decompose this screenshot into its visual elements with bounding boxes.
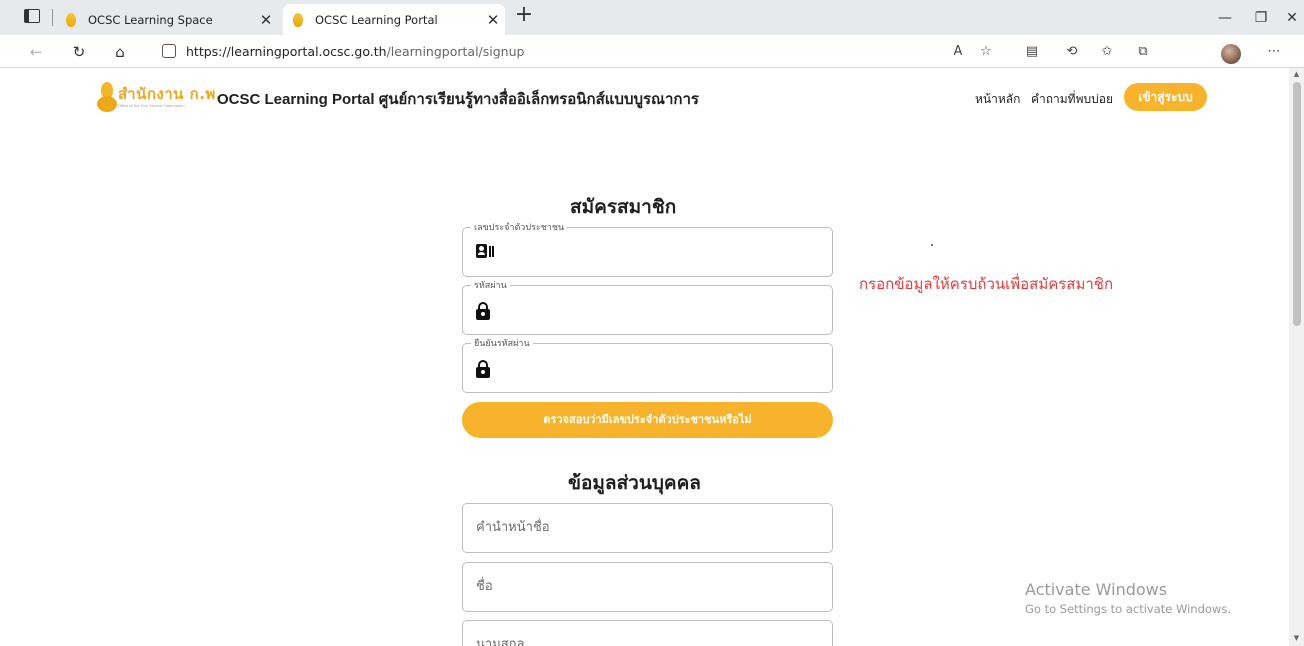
scroll-thumb[interactable]	[1293, 82, 1301, 326]
minimize-icon[interactable]: —	[1208, 6, 1242, 30]
extensions-icon[interactable]: ⟲	[1060, 40, 1084, 64]
first-name-input[interactable]: ชื่อ	[462, 562, 833, 612]
tab-close-icon[interactable]: ✕	[254, 11, 278, 29]
read-aloud-icon[interactable]: A	[946, 40, 970, 64]
refresh-icon[interactable]: ↻	[67, 40, 91, 64]
scroll-up-icon[interactable]: ▲	[1289, 70, 1304, 78]
site-header: สำนักงาน ก.พ. Office of the Civil Servic…	[0, 68, 1289, 130]
tab-ocsc-learning-space[interactable]: OCSC Learning Space ✕	[56, 4, 278, 35]
tab-separator	[52, 9, 53, 26]
collections-icon[interactable]: ⧉	[1131, 40, 1155, 64]
password-field[interactable]: รหัสผ่าน	[462, 278, 833, 335]
reading-view-icon[interactable]: ▤	[1020, 40, 1044, 64]
citizen-id-label: เลขประจำตัวประชาชน	[471, 220, 568, 234]
url-field[interactable]: https://learningportal.ocsc.go.th/learni…	[146, 39, 936, 63]
close-window-icon[interactable]: ✕	[1275, 6, 1304, 30]
more-icon[interactable]: ⋯	[1262, 40, 1286, 64]
activate-windows-title: Activate Windows	[1025, 580, 1168, 599]
url-text: https://learningportal.ocsc.go.th/learni…	[186, 44, 524, 59]
signup-heading: สมัครสมาชิก	[570, 197, 677, 218]
tab-close-icon[interactable]: ✕	[481, 11, 505, 29]
activate-windows-watermark: Activate Windows Go to Settings to activ…	[1025, 580, 1231, 616]
site-title[interactable]: OCSC Learning Portal ศูนย์การเรียนรู้ทาง…	[217, 87, 699, 111]
logo-subtext: Office of the Civil Service Commission	[118, 104, 185, 108]
tab-title: OCSC Learning Portal	[315, 12, 438, 27]
url-path: /learningportal/signup	[386, 43, 525, 59]
restore-icon[interactable]: ❐	[1244, 6, 1278, 30]
profile-avatar-icon[interactable]	[1221, 44, 1241, 64]
url-host: https://learningportal.ocsc.go.th	[186, 43, 387, 59]
favorite-add-icon[interactable]: ☆	[974, 40, 998, 64]
ocsc-emblem-icon[interactable]	[97, 82, 117, 114]
activate-windows-subtitle: Go to Settings to activate Windows.	[1025, 602, 1231, 616]
browser-address-bar: ← ↻ ⌂ https://learningportal.ocsc.go.th/…	[0, 35, 1304, 68]
browser-tab-bar: OCSC Learning Space ✕ OCSC Learning Port…	[0, 0, 1304, 35]
tab-actions-icon[interactable]	[24, 9, 40, 23]
lock-icon[interactable]	[162, 44, 176, 58]
confirm-password-label: ยืนยันรหัสผ่าน	[471, 336, 533, 350]
new-tab-button[interactable]: +	[512, 4, 536, 28]
back-icon[interactable]: ←	[24, 40, 48, 64]
password-label: รหัสผ่าน	[471, 278, 510, 292]
page-scrollbar[interactable]: ▲ ▼	[1289, 68, 1304, 646]
nav-faq-link[interactable]: คำถามที่พบบ่อย	[1031, 90, 1113, 109]
confirm-password-field[interactable]: ยืนยันรหัสผ่าน	[462, 336, 833, 393]
citizen-id-field[interactable]: เลขประจำตัวประชาชน	[462, 220, 833, 277]
title-prefix-input[interactable]: คำนำหน้าชื่อ	[462, 503, 833, 553]
stray-dot	[931, 244, 933, 246]
check-citizen-id-button[interactable]: ตรวจสอบว่ามีเลขประจำตัวประชาชนหรือไม่	[462, 402, 833, 438]
personal-info-heading: ข้อมูลส่วนบุคคล	[568, 473, 701, 494]
padlock-icon	[476, 360, 490, 378]
login-button[interactable]: เข้าสู่ระบบ	[1124, 83, 1207, 111]
web-page: สำนักงาน ก.พ. Office of the Civil Servic…	[0, 68, 1289, 646]
home-icon[interactable]: ⌂	[108, 40, 132, 64]
nav-home-link[interactable]: หน้าหลัก	[975, 90, 1020, 109]
id-card-icon	[476, 244, 494, 258]
logo-text[interactable]: สำนักงาน ก.พ.	[118, 82, 222, 106]
ocsc-favicon-icon	[293, 12, 303, 27]
padlock-icon	[476, 302, 490, 320]
last-name-input[interactable]: นามสกุล	[462, 620, 833, 646]
ocsc-favicon-icon	[66, 12, 76, 27]
tab-ocsc-learning-portal[interactable]: OCSC Learning Portal ✕	[283, 4, 505, 35]
favorites-icon[interactable]: ✩	[1095, 40, 1119, 64]
tab-title: OCSC Learning Space	[88, 12, 213, 27]
scroll-down-icon[interactable]: ▼	[1289, 634, 1304, 642]
signup-instruction-note: กรอกข้อมูลให้ครบถ้วนเพื่อสมัครสมาชิก	[859, 275, 1114, 293]
